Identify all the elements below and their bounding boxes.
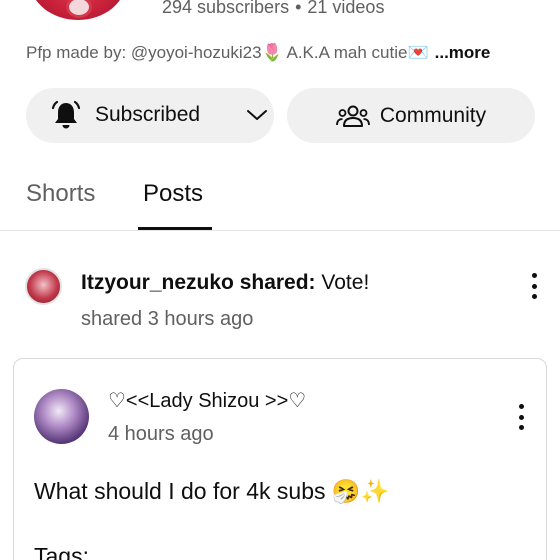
avatar-badge-icon [66, 0, 92, 18]
video-count: 21 videos [307, 0, 385, 17]
subscribed-button[interactable]: Subscribed [26, 88, 274, 143]
tab-posts[interactable]: Posts [143, 180, 203, 208]
active-tab-indicator [138, 227, 212, 230]
author-avatar[interactable] [34, 389, 89, 444]
shared-time: shared 3 hours ago [81, 308, 254, 330]
subscriber-count: 294 subscribers [162, 0, 290, 17]
channel-description[interactable]: Pfp made by: @yoyoi-hozuki23🌷 A.K.A mah … [26, 43, 490, 63]
post-body: What should I do for 4k subs 🤧✨ [34, 478, 390, 504]
more-vert-icon[interactable] [518, 404, 524, 430]
tab-shorts[interactable]: Shorts [26, 180, 95, 208]
channel-stats: 294 subscribers • 21 videos [162, 0, 384, 18]
bell-icon [51, 100, 81, 129]
chevron-down-icon [247, 110, 267, 120]
channel-avatar[interactable] [30, 0, 126, 20]
subscribed-label: Subscribed [95, 103, 201, 126]
post-tags: Tags: [34, 543, 89, 560]
share-headline: Itzyour_nezuko shared: Vote! [81, 271, 369, 295]
author-name[interactable]: ♡<<Lady Shizou >>♡ [108, 388, 306, 413]
community-button[interactable]: Community [287, 88, 535, 143]
sharer-name[interactable]: Itzyour_nezuko shared: [81, 271, 316, 294]
original-post-card[interactable]: ♡<<Lady Shizou >>♡ 4 hours ago What shou… [13, 358, 547, 560]
channel-tabs: Shorts Posts [0, 165, 560, 231]
sharer-avatar[interactable] [25, 268, 62, 305]
stats-separator: • [295, 0, 302, 17]
people-icon [335, 105, 370, 127]
description-text: Pfp made by: @yoyoi-hozuki23🌷 A.K.A mah … [26, 43, 429, 62]
shared-title: Vote! [321, 271, 370, 294]
community-label: Community [379, 103, 487, 127]
more-link[interactable]: ...more [435, 43, 491, 62]
post-time: 4 hours ago [108, 423, 214, 445]
more-vert-icon[interactable] [531, 273, 537, 299]
